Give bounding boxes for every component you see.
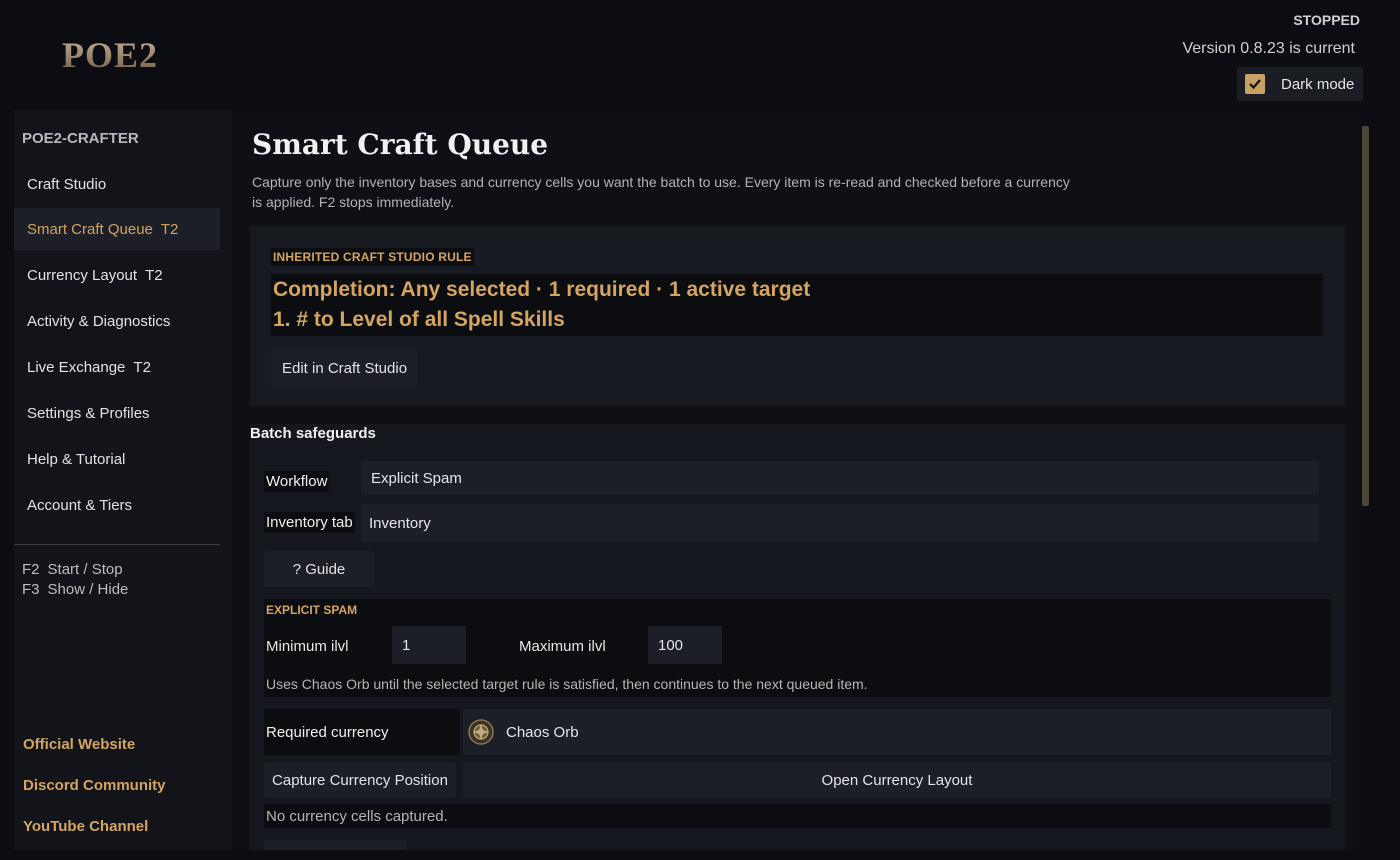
link-youtube-channel[interactable]: YouTube Channel (23, 818, 148, 835)
tier-badge: T2 (145, 266, 163, 284)
shortcut-key: F3 (22, 581, 40, 598)
sidebar-item-smart-craft-queue[interactable]: Smart Craft Queue T2 (14, 208, 220, 250)
app-logo: POE2 (62, 35, 159, 75)
main-scrollbar[interactable] (1362, 126, 1369, 506)
rule-section-label: INHERITED CRAFT STUDIO RULE (271, 248, 474, 266)
sidebar-item-label: Smart Craft Queue (27, 220, 153, 238)
inherited-rule-card: INHERITED CRAFT STUDIO RULE Completion: … (250, 226, 1345, 406)
checkbox-checked-icon[interactable] (1245, 74, 1265, 94)
version-text: Version 0.8.23 is current (1182, 40, 1355, 57)
capture-currency-position-button[interactable]: Capture Currency Position (264, 762, 456, 798)
sidebar-item-activity-diagnostics[interactable]: Activity & Diagnostics (14, 300, 220, 342)
rule-target: 1. # to Level of all Spell Skills (273, 308, 565, 331)
page-title: Smart Craft Queue (252, 128, 549, 161)
sidebar-item-currency-layout[interactable]: Currency Layout T2 (14, 254, 220, 296)
open-currency-layout-button[interactable]: Open Currency Layout (463, 762, 1331, 798)
sidebar-item-label: Account & Tiers (27, 496, 133, 514)
sidebar-item-label: Settings & Profiles (27, 404, 150, 422)
chaos-orb-icon (468, 719, 494, 745)
sidebar-app-name: POE2-CRAFTER (22, 130, 139, 147)
dark-mode-toggle[interactable]: Dark mode (1237, 67, 1363, 101)
sidebar-item-craft-studio[interactable]: Craft Studio (14, 163, 220, 205)
no-currency-cells-message: No currency cells captured. (264, 804, 1331, 828)
required-currency-label: Required currency (264, 709, 460, 755)
sidebar-item-settings-profiles[interactable]: Settings & Profiles (14, 392, 220, 434)
rule-completion: Completion: Any selected · 1 required · … (273, 278, 811, 301)
link-official-website[interactable]: Official Website (23, 736, 135, 753)
run-status: STOPPED (1293, 12, 1360, 28)
sidebar-item-live-exchange[interactable]: Live Exchange T2 (14, 346, 220, 388)
required-currency-value: Chaos Orb (506, 723, 579, 741)
dark-mode-label: Dark mode (1281, 75, 1355, 93)
required-currency-select[interactable]: Chaos Orb (463, 709, 1331, 755)
sidebar: POE2-CRAFTER Craft Studio Smart Craft Qu… (14, 110, 232, 850)
sidebar-item-label: Currency Layout (27, 266, 138, 284)
shortcut-action: Start / Stop (47, 561, 123, 578)
tier-badge: T2 (160, 220, 179, 238)
main-panel: Smart Craft Queue Capture only the inven… (232, 110, 1360, 850)
workflow-label: Workflow (264, 471, 330, 492)
maximum-ilvl-input[interactable]: 100 (648, 626, 722, 664)
page-description: Capture only the inventory bases and cur… (252, 174, 1070, 210)
explicit-spam-note: Uses Chaos Orb until the selected target… (266, 676, 868, 692)
inventory-tab-select[interactable]: Inventory (361, 504, 1319, 542)
shortcut-show-hide: F3 Show / Hide (22, 581, 128, 598)
next-row-control[interactable] (264, 840, 406, 850)
explicit-spam-label: EXPLICIT SPAM (266, 603, 358, 617)
workflow-select[interactable]: Explicit Spam (361, 461, 1319, 495)
minimum-ilvl-input[interactable]: 1 (392, 626, 466, 664)
shortcut-key: F2 (22, 561, 40, 578)
shortcut-action: Show / Hide (47, 581, 129, 598)
tier-badge: T2 (133, 358, 151, 376)
sidebar-item-help-tutorial[interactable]: Help & Tutorial (14, 438, 220, 480)
shortcut-start-stop: F2 Start / Stop (22, 561, 123, 578)
sidebar-item-label: Live Exchange (27, 358, 126, 376)
link-discord-community[interactable]: Discord Community (23, 777, 166, 794)
batch-safeguards-title: Batch safeguards (250, 425, 376, 442)
sidebar-divider (14, 544, 220, 545)
maximum-ilvl-label: Maximum ilvl (519, 638, 606, 655)
rule-summary: Completion: Any selected · 1 required · … (271, 274, 1323, 336)
sidebar-item-label: Craft Studio (27, 175, 107, 193)
inventory-tab-label: Inventory tab (264, 512, 355, 533)
sidebar-item-label: Help & Tutorial (27, 450, 126, 468)
guide-button[interactable]: ? Guide (264, 551, 374, 587)
edit-in-craft-studio-button[interactable]: Edit in Craft Studio (271, 350, 418, 386)
minimum-ilvl-label: Minimum ilvl (266, 638, 349, 655)
sidebar-item-account-tiers[interactable]: Account & Tiers (14, 484, 220, 526)
explicit-spam-panel: EXPLICIT SPAM Minimum ilvl 1 Maximum ilv… (264, 599, 1331, 697)
sidebar-item-label: Activity & Diagnostics (27, 312, 171, 330)
